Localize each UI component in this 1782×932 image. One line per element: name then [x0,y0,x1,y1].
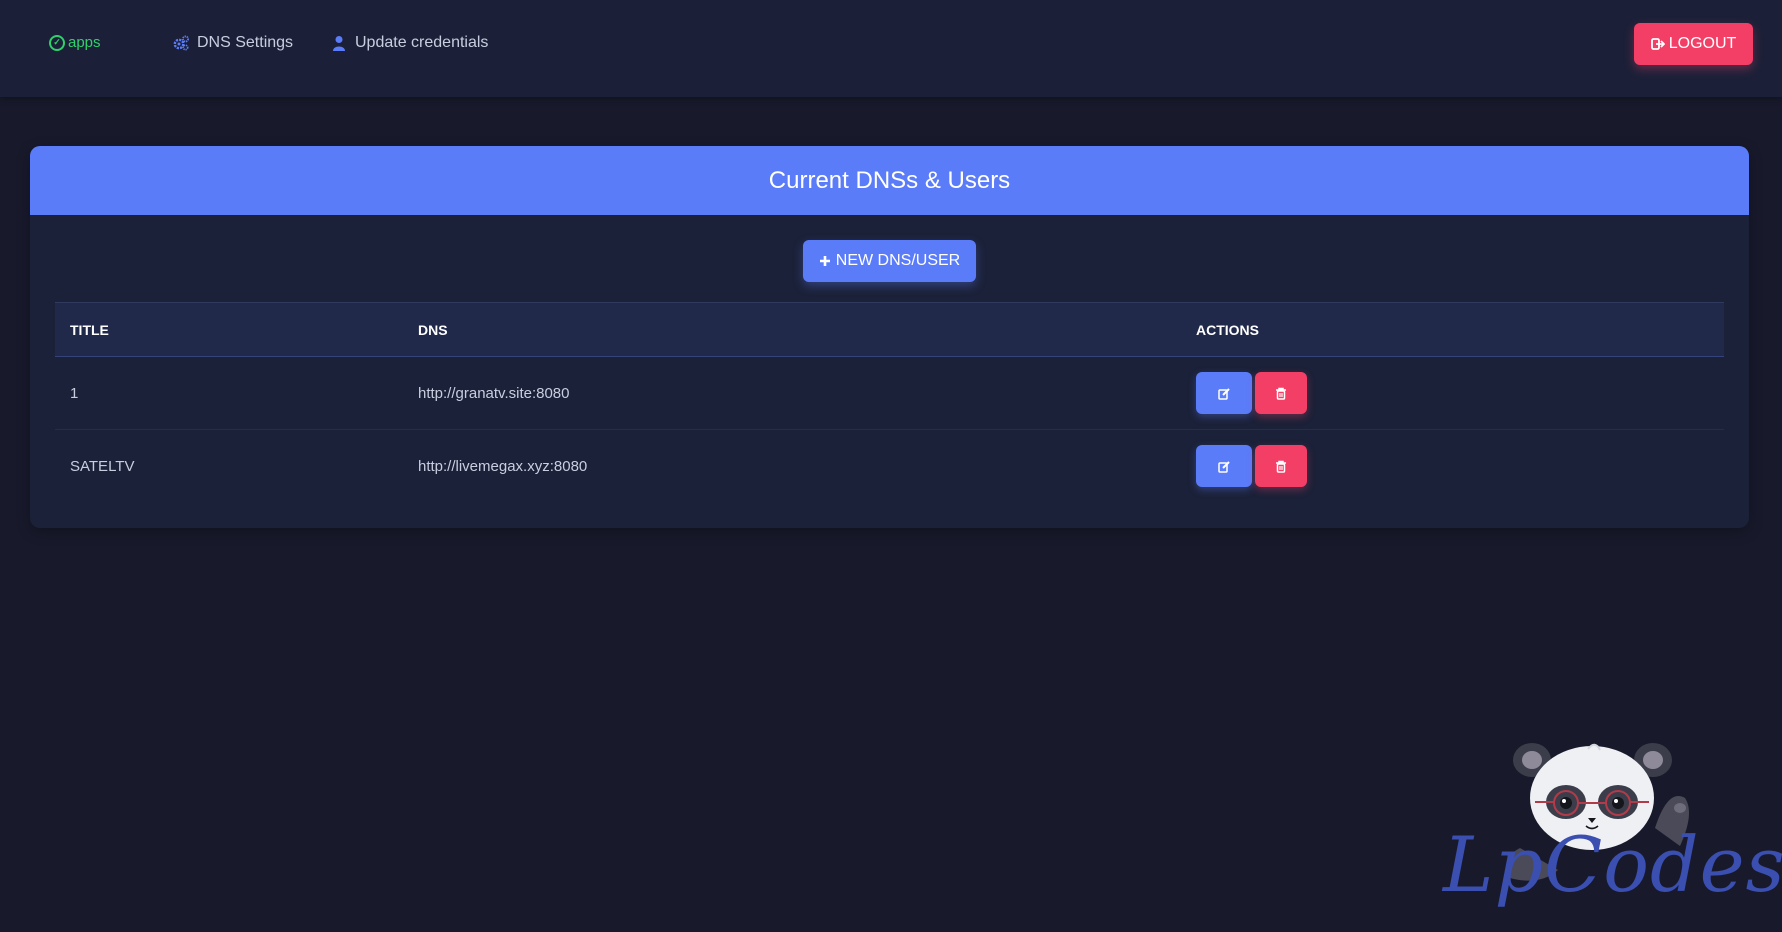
row-actions [1181,357,1724,430]
gears-icon [173,35,189,51]
delete-button[interactable] [1255,372,1307,414]
trash-icon [1276,460,1286,473]
trash-icon [1276,387,1286,400]
edit-icon [1217,387,1230,400]
nav-dns-settings-label: DNS Settings [197,34,294,51]
brand-logo[interactable]: ✓ apps [49,34,101,51]
edit-icon [1217,461,1230,473]
card-header: Current DNSs & Users [30,146,1749,215]
row-title: 1 [70,384,79,402]
brand-text: apps [68,34,101,51]
row-actions [1181,430,1724,503]
edit-button[interactable] [1196,445,1252,488]
column-header-title: TITLE [70,321,109,338]
nav-dns-settings[interactable]: DNS Settings [173,34,293,52]
column-header-dns: DNS [418,321,448,338]
nav-update-credentials-label: Update credentials [355,34,489,51]
row-dns: http://livemegax.xyz:8080 [418,457,588,475]
user-icon [333,36,345,51]
top-navbar: ✓ apps DNS Settings Update credentials L… [0,0,1782,97]
logout-button[interactable]: LOGOUT [1634,23,1753,65]
edit-button[interactable] [1196,372,1252,414]
row-dns: http://granatv.site:8080 [418,384,570,402]
row-title: SATELTV [70,457,135,475]
sign-out-icon [1650,38,1665,50]
new-dns-user-button[interactable]: NEW DNS/USER [803,240,976,282]
delete-button[interactable] [1255,445,1307,488]
table-row: 1 http://granatv.site:8080 [55,357,1724,430]
plus-icon [819,256,830,266]
watermark-text: LpCodes [1443,820,1782,909]
dns-table: TITLE DNS ACTIONS 1 http://granatv.site:… [55,302,1724,503]
nav-update-credentials[interactable]: Update credentials [331,34,488,52]
new-dns-user-label: NEW DNS/USER [835,252,961,269]
column-header-actions: ACTIONS [1196,321,1259,338]
table-header-row: TITLE DNS ACTIONS [55,302,1724,357]
brand-mark-icon: ✓ [49,34,65,51]
table-row: SATELTV http://livemegax.xyz:8080 [55,430,1724,503]
card-title: Current DNSs & Users [768,166,1011,194]
dns-users-card: Current DNSs & Users NEW DNS/USER TITLE … [30,146,1749,528]
logout-label: LOGOUT [1668,35,1737,52]
